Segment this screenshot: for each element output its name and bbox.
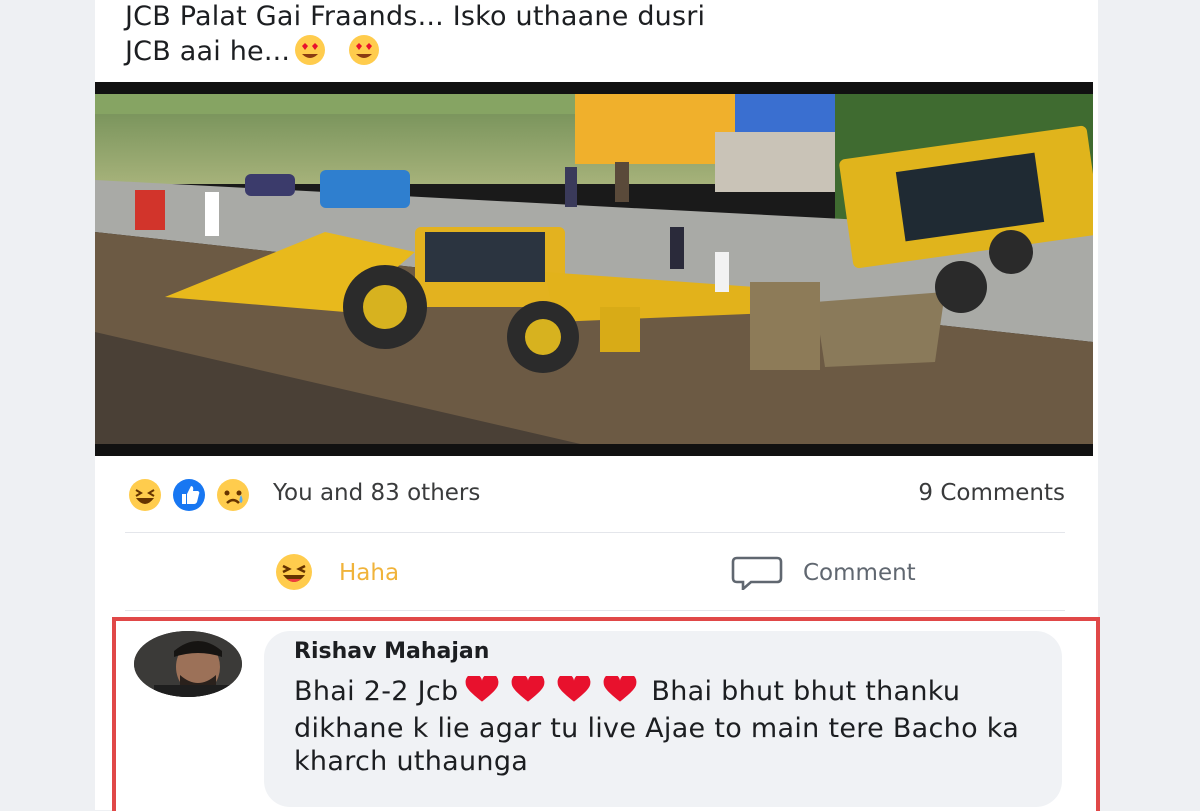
caption-line-2: JCB aai he...: [125, 34, 1025, 75]
comment-text: Bhai 2-2 Jcb Bhai bhut bhut thanku dikha…: [294, 673, 1054, 778]
post-caption: JCB Palat Gai Fraands... Isko uthaane du…: [125, 0, 1025, 75]
red-heart-icon: [597, 673, 643, 712]
red-heart-icon: [551, 673, 597, 712]
caption-line-1: JCB Palat Gai Fraands... Isko uthaane du…: [125, 1, 706, 32]
heart-eyes-emoji-icon: [294, 34, 344, 75]
commenter-name[interactable]: Rishav Mahajan: [294, 639, 489, 664]
red-heart-icon: [459, 673, 505, 712]
comment-bubble: Rishav Mahajan Bhai 2-2 Jcb Bhai bhut bh…: [264, 631, 1062, 807]
divider: [125, 610, 1065, 611]
post-photo[interactable]: [95, 82, 1093, 456]
comment-bubble-icon: [731, 556, 783, 590]
comments-count-link[interactable]: 9 Comments: [918, 480, 1065, 506]
comment-label: Comment: [803, 560, 916, 586]
heart-eyes-emoji-icon: [348, 34, 398, 75]
comment-button[interactable]: Comment: [731, 552, 991, 596]
caption-line-2-text: JCB aai he...: [125, 36, 291, 67]
haha-emoji-icon: [129, 479, 161, 511]
highlighted-comment: Rishav Mahajan Bhai 2-2 Jcb Bhai bhut bh…: [112, 617, 1100, 811]
like-icon: [173, 479, 205, 511]
red-heart-icon: [505, 673, 551, 712]
divider: [125, 532, 1065, 533]
haha-label: Haha: [339, 560, 400, 586]
commenter-avatar[interactable]: [134, 631, 242, 697]
haha-reaction-button[interactable]: Haha: [265, 552, 465, 596]
haha-emoji-icon: [276, 554, 312, 590]
sad-emoji-icon: [217, 479, 249, 511]
comment-text-part1: Bhai 2-2 Jcb: [294, 676, 459, 707]
post-actions: Haha Comment: [95, 540, 1098, 608]
reaction-summary[interactable]: You and 83 others: [273, 480, 480, 506]
reactions-row[interactable]: You and 83 others 9 Comments: [125, 472, 1065, 518]
